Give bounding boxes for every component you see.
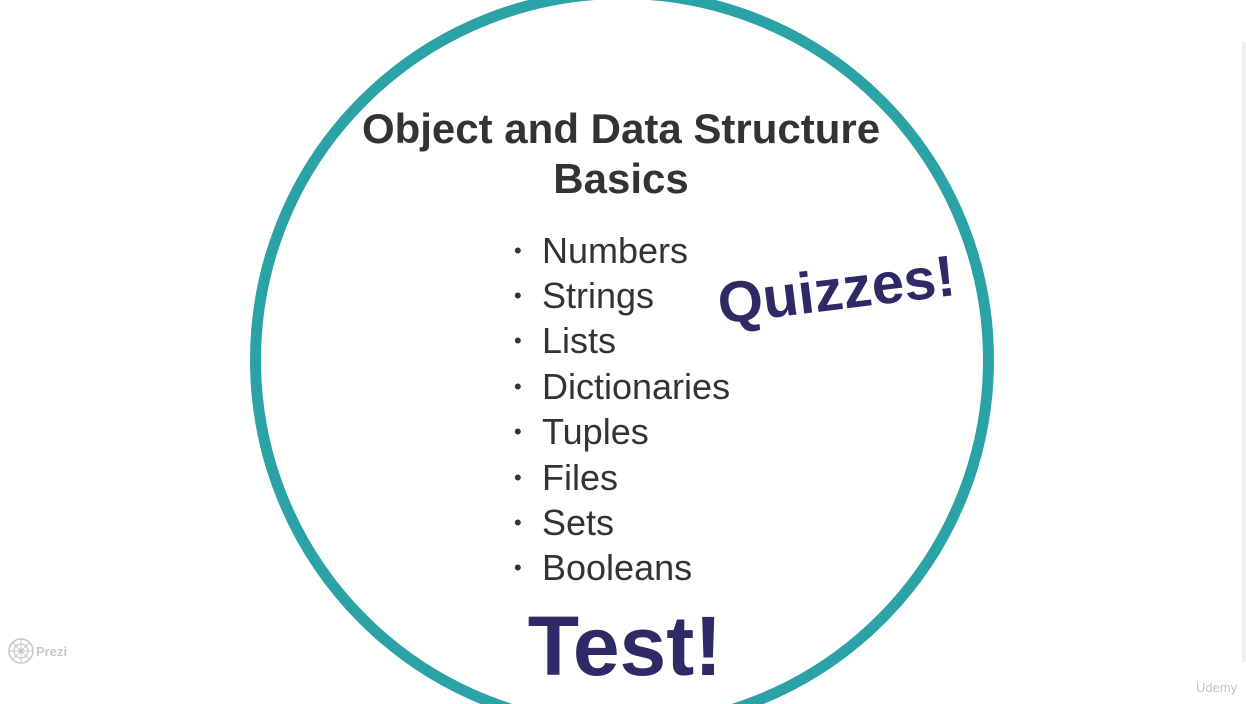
topic-label: Booleans (542, 547, 693, 589)
slide-title-line-2: Basics (553, 155, 689, 202)
list-item: • Numbers (514, 228, 730, 273)
bullet-icon: • (514, 283, 522, 309)
test-callout: Test! (527, 599, 723, 693)
slide-title: Object and Data Structure Basics (321, 104, 921, 204)
topic-label: Strings (542, 275, 655, 317)
bullet-icon: • (514, 237, 522, 263)
list-item: • Tuples (514, 410, 730, 455)
topic-label: Sets (542, 502, 615, 544)
bullet-icon: • (514, 373, 522, 399)
topic-label: Numbers (542, 229, 689, 271)
topic-label: Dictionaries (542, 365, 731, 407)
bullet-icon: • (514, 464, 522, 490)
prezi-wordmark: Prezi (36, 643, 68, 659)
slide-title-line-1: Object and Data Structure (361, 105, 881, 152)
list-item: • Strings (514, 273, 730, 318)
topic-list: • Numbers • Strings • Lists • Dictionaries •… (514, 228, 730, 591)
list-item: • Files (514, 455, 730, 500)
udemy-watermark: Udemy (1196, 680, 1238, 695)
bullet-icon: • (514, 328, 522, 354)
list-item: • Lists (514, 319, 730, 364)
slide-canvas: Object and Data Structure Basics • Number… (0, 0, 1246, 704)
bullet-icon: • (514, 419, 522, 445)
list-item: • Booleans (514, 546, 730, 591)
topic-label: Lists (542, 320, 617, 362)
prezi-logo-icon (8, 638, 34, 664)
bullet-icon: • (514, 510, 522, 536)
prezi-watermark: Prezi (8, 638, 67, 664)
bullet-icon: • (514, 555, 522, 581)
topic-label: Files (542, 456, 619, 498)
scrollbar-edge (1242, 42, 1246, 662)
list-item: • Sets (514, 500, 730, 545)
list-item: • Dictionaries (514, 364, 730, 409)
topic-label: Tuples (542, 411, 649, 453)
